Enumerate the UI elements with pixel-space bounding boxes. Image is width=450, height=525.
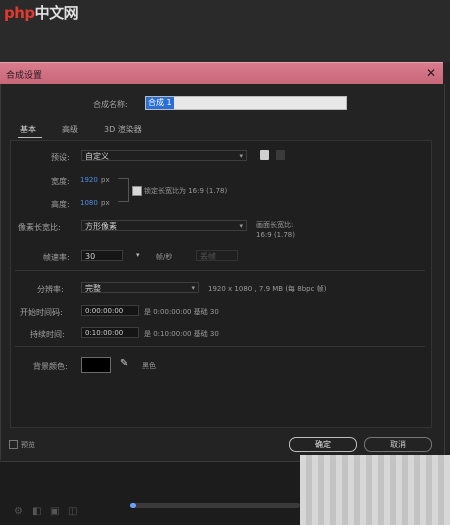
preset-dropdown[interactable]: 自定义 ▾: [81, 150, 247, 161]
start-timecode-input[interactable]: 0:00:00:00: [81, 305, 139, 316]
pixel-aspect-value: 方形像素: [85, 222, 117, 231]
chevron-down-icon: ▾: [239, 222, 243, 230]
frame-rate-label: 帧速率:: [43, 253, 70, 262]
comp-name-input[interactable]: 合成 1: [145, 96, 347, 110]
drop-frame-value: 丢帧: [200, 252, 216, 261]
brand-logo: php中文网: [4, 4, 79, 22]
tool-icon[interactable]: ◫: [68, 506, 77, 517]
divider: [15, 346, 425, 347]
tool-icon[interactable]: ▣: [50, 506, 59, 517]
link-bracket-icon: [118, 178, 129, 202]
preview-label: 预览: [21, 441, 35, 449]
save-preset-icon[interactable]: [260, 150, 269, 160]
cancel-button[interactable]: 取消: [364, 437, 432, 452]
background-color-label: 背景颜色:: [33, 362, 68, 371]
frame-aspect-label: 画面长宽比:: [256, 221, 294, 229]
chevron-down-icon: ▾: [239, 152, 243, 160]
width-label: 宽度:: [51, 177, 70, 186]
toolbar-icons: ⚙ ◧ ▣ ◫: [14, 506, 104, 518]
resolution-label: 分辨率:: [37, 285, 64, 294]
resolution-value: 完整: [85, 284, 101, 293]
checkbox-checked-icon: [132, 186, 142, 196]
pixel-aspect-label: 像素长宽比:: [18, 223, 61, 232]
lock-aspect-label: 锁定长宽比为 16:9 (1.78): [144, 187, 228, 195]
timeline-scrollbar[interactable]: [130, 503, 300, 508]
height-label: 高度:: [51, 200, 70, 209]
frame-rate-input[interactable]: 30: [81, 250, 123, 261]
dialog-title: 合成设置: [6, 71, 43, 81]
ok-button[interactable]: 确定: [289, 437, 357, 452]
width-unit: px: [101, 176, 110, 184]
tab-3d-renderer[interactable]: 3D 渲染器: [104, 124, 142, 135]
dialog-titlebar: 合成设置 ✕: [0, 62, 443, 85]
tab-advanced[interactable]: 高级: [62, 124, 78, 135]
width-value[interactable]: 1920: [80, 176, 98, 184]
comp-name-label: 合成名称:: [93, 100, 128, 109]
background-color-name: 黑色: [142, 362, 156, 370]
duration-input[interactable]: 0:10:00:00: [81, 327, 139, 338]
tool-icon[interactable]: ⚙: [14, 506, 23, 517]
start-timecode-value: 0:00:00:00: [85, 307, 124, 315]
frame-rate-value: 30: [85, 252, 96, 261]
frame-rate-unit: 帧/秒: [156, 253, 173, 261]
resolution-dropdown[interactable]: 完整 ▾: [81, 282, 199, 293]
playhead-icon[interactable]: [130, 503, 136, 508]
close-icon[interactable]: ✕: [423, 65, 439, 81]
resolution-info: 1920 x 1080 , 7.9 MB (每 8bpc 帧): [208, 285, 327, 293]
duration-label: 持续时间:: [30, 330, 65, 339]
pixelated-corner-image: [300, 455, 450, 525]
tab-active-indicator: [18, 137, 42, 138]
drop-frame-dropdown[interactable]: 丢帧: [196, 250, 238, 261]
eyedropper-icon[interactable]: ✎: [120, 358, 128, 369]
divider: [0, 461, 300, 462]
height-unit: px: [101, 199, 110, 207]
background-color-swatch[interactable]: [81, 357, 111, 373]
preview-checkbox[interactable]: [9, 440, 18, 449]
delete-preset-icon[interactable]: [276, 150, 285, 160]
preset-label: 预设:: [51, 153, 70, 162]
divider: [15, 270, 425, 271]
comp-name-value: 合成 1: [146, 97, 174, 109]
duration-value: 0:10:00:00: [85, 329, 124, 337]
height-value[interactable]: 1080: [80, 199, 98, 207]
start-timecode-info: 是 0:00:00:00 基础 30: [144, 308, 219, 316]
duration-info: 是 0:10:00:00 基础 30: [144, 330, 219, 338]
chevron-down-icon: ▾: [191, 284, 195, 292]
start-timecode-label: 开始时间码:: [20, 308, 63, 317]
preset-value: 自定义: [85, 152, 109, 161]
pixel-aspect-dropdown[interactable]: 方形像素 ▾: [81, 220, 247, 231]
chevron-down-icon[interactable]: ▾: [136, 251, 140, 259]
tab-basic[interactable]: 基本: [20, 124, 36, 135]
tool-icon[interactable]: ◧: [32, 506, 41, 517]
frame-aspect-value: 16:9 (1.78): [256, 231, 295, 239]
